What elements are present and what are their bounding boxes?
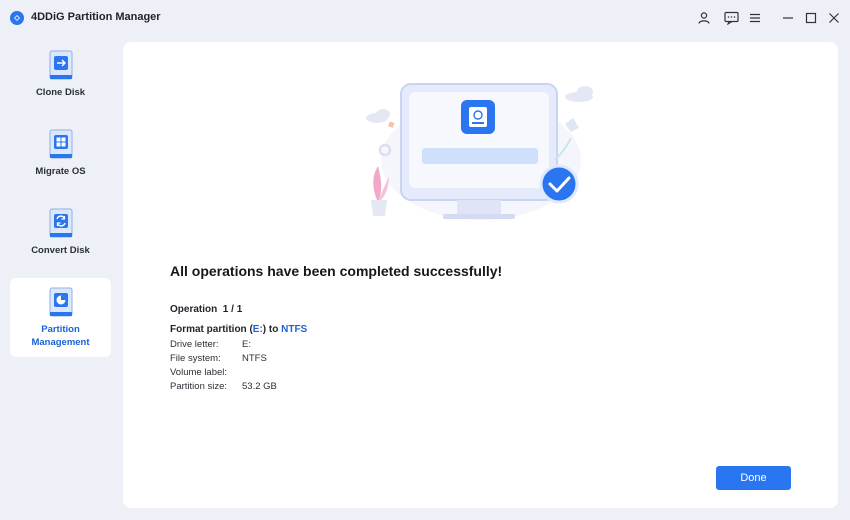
- detail-row-drive-letter: Drive letter: E:: [170, 339, 251, 350]
- detail-value: 53.2 GB: [242, 381, 277, 392]
- operation-count: 1 / 1: [222, 304, 243, 315]
- convert-disk-icon: [49, 208, 72, 238]
- operation-counter: Operation 1 / 1: [170, 304, 242, 315]
- sidebar-item-migrate-os[interactable]: Migrate OS: [10, 115, 111, 193]
- detail-label: Partition size:: [170, 381, 228, 392]
- operation-drive: E:: [252, 324, 263, 335]
- operation-desc-prefix: Format partition (: [170, 324, 253, 335]
- sidebar: Clone Disk Migrate OS Convert Disk Parti…: [0, 36, 120, 520]
- detail-label: Volume label:: [170, 367, 228, 378]
- detail-row-volume-label: Volume label:: [170, 367, 242, 378]
- app-title: 4DDiG Partition Manager: [31, 11, 161, 23]
- done-button[interactable]: Done: [716, 466, 791, 490]
- detail-row-partition-size: Partition size: 53.2 GB: [170, 381, 277, 392]
- clone-disk-icon: [49, 50, 72, 80]
- sidebar-item-convert-disk[interactable]: Convert Disk: [10, 194, 111, 272]
- partition-management-icon: [49, 287, 72, 317]
- sidebar-item-clone-disk[interactable]: Clone Disk: [10, 36, 111, 114]
- sidebar-item-partition-management[interactable]: Partition Management: [10, 278, 111, 357]
- main-panel: All operations have been completed succe…: [123, 42, 838, 508]
- operation-fs: NTFS: [281, 324, 308, 335]
- success-title: All operations have been completed succe…: [170, 263, 503, 279]
- close-icon[interactable]: [824, 8, 844, 28]
- user-icon[interactable]: [694, 8, 714, 28]
- minimize-icon[interactable]: [778, 8, 798, 28]
- sidebar-item-label: Clone Disk: [35, 87, 86, 98]
- sidebar-item-label: Migrate OS: [35, 166, 86, 177]
- migrate-os-icon: [49, 129, 72, 159]
- detail-label: File system:: [170, 353, 221, 364]
- menu-icon[interactable]: [745, 8, 765, 28]
- detail-row-file-system: File system: NTFS: [170, 353, 267, 364]
- detail-value: E:: [242, 339, 251, 350]
- title-bar: 4DDiG Partition Manager: [0, 0, 850, 36]
- maximize-icon[interactable]: [801, 8, 821, 28]
- sidebar-item-label: Convert Disk: [31, 245, 90, 256]
- detail-value: NTFS: [242, 353, 267, 364]
- app-logo-icon: [10, 11, 24, 25]
- operation-label: Operation: [170, 304, 218, 315]
- operation-description: Format partition (E:) to NTFS: [170, 324, 307, 335]
- sidebar-item-label: Partition Management: [31, 324, 90, 348]
- operation-desc-middle: ) to: [262, 324, 282, 335]
- detail-label: Drive letter:: [170, 339, 219, 350]
- feedback-icon[interactable]: [721, 8, 741, 28]
- success-illustration: [366, 83, 593, 220]
